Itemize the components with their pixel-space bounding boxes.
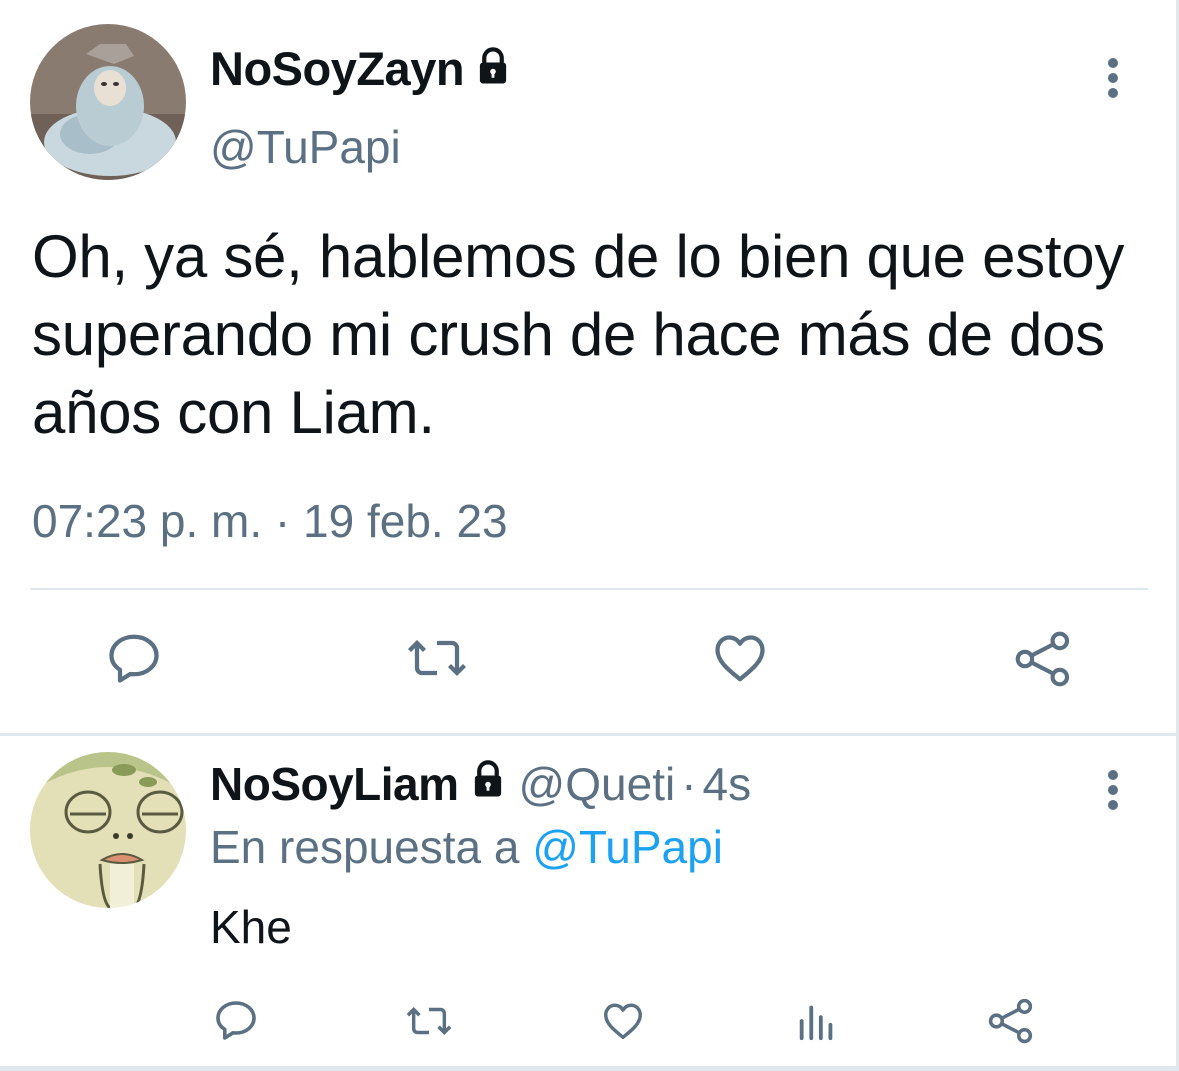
handle[interactable]: @TuPapi — [210, 120, 401, 174]
separator-dot: · — [681, 758, 697, 810]
share-icon — [988, 998, 1033, 1044]
tweet-timestamp[interactable]: 07:23 p. m. · 19 feb. 23 — [32, 494, 508, 548]
reply-button[interactable] — [212, 996, 260, 1044]
reply-display-name[interactable]: NoSoyLiam — [210, 757, 459, 811]
retweet-icon — [406, 1007, 452, 1035]
author-row: NoSoyZayn — [210, 40, 514, 96]
more-icon[interactable] — [1108, 770, 1120, 815]
like-icon — [715, 635, 765, 682]
reply-context-mention[interactable]: @TuPapi — [532, 821, 723, 873]
analytics-button[interactable] — [794, 998, 840, 1044]
tweet-text: Oh, ya sé, hablemos de lo bien que estoy… — [32, 223, 1125, 446]
avatar[interactable] — [30, 24, 186, 180]
bottom-border — [0, 1066, 1179, 1071]
like-icon — [604, 1003, 642, 1040]
more-icon[interactable] — [1108, 58, 1120, 103]
reply-icon — [216, 1001, 256, 1040]
like-button[interactable] — [708, 628, 772, 688]
display-name[interactable]: NoSoyZayn — [210, 41, 465, 96]
divider — [30, 588, 1148, 590]
reply-text: Khe — [210, 901, 292, 953]
reply-avatar-image — [30, 752, 186, 908]
share-button[interactable] — [1012, 628, 1074, 690]
retweet-button[interactable] — [402, 998, 456, 1044]
like-button[interactable] — [598, 998, 648, 1044]
retweet-icon — [407, 639, 467, 677]
reply-time[interactable]: 4s — [703, 757, 752, 811]
reply-button[interactable] — [104, 628, 164, 688]
reply-context: En respuesta a @TuPapi — [210, 820, 723, 874]
reply-icon — [109, 634, 159, 683]
share-icon — [1015, 631, 1070, 687]
analytics-icon — [799, 1005, 833, 1041]
share-button[interactable] — [986, 996, 1036, 1046]
lock-icon — [467, 757, 509, 811]
reply-avatar[interactable] — [30, 752, 186, 908]
retweet-button[interactable] — [404, 628, 470, 688]
reply-handle[interactable]: @Queti — [519, 757, 676, 811]
avatar-image — [30, 24, 186, 180]
lock-icon — [472, 45, 514, 92]
reply-context-prefix: En respuesta a — [210, 821, 520, 873]
reply-author-row: NoSoyLiam @Queti · 4s — [210, 756, 751, 812]
section-divider — [0, 733, 1176, 736]
